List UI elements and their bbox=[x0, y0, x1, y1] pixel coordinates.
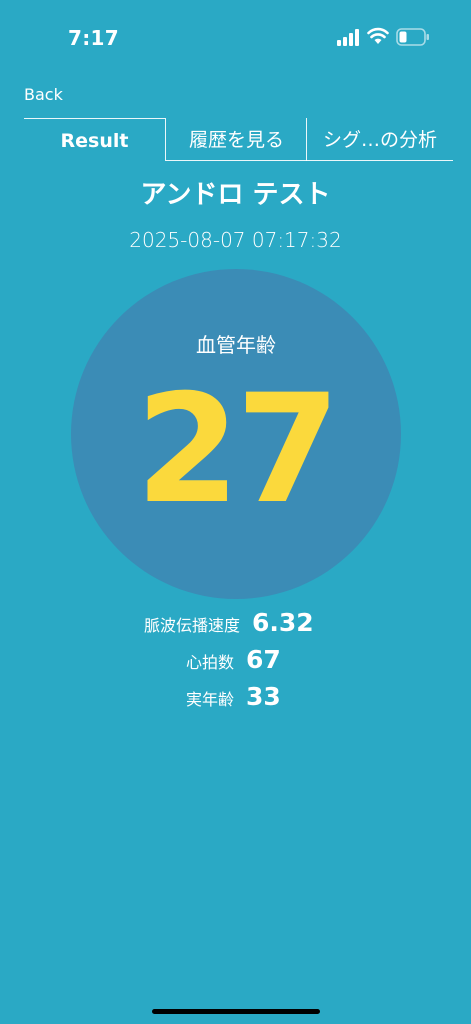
tab-history[interactable]: 履歴を見る bbox=[165, 118, 307, 161]
status-time: 7:17 bbox=[68, 26, 119, 50]
wifi-icon bbox=[367, 27, 389, 44]
heart-rate-label: 心拍数 bbox=[186, 653, 235, 672]
tab-signal-analysis[interactable]: シグ…の分析 bbox=[306, 118, 453, 161]
pwv-label: 脈波伝播速度 bbox=[144, 616, 241, 635]
vascular-age-circle: 血管年齢 27 bbox=[71, 269, 401, 599]
tab-result[interactable]: Result bbox=[24, 118, 165, 163]
metric-row-pwv: 脈波伝播速度 6.32 bbox=[144, 608, 314, 646]
measurement-timestamp: 2025-08-07 07:17:32 bbox=[129, 228, 342, 252]
battery-icon bbox=[396, 28, 429, 46]
status-bar: 7:17 bbox=[0, 0, 471, 70]
back-button[interactable]: Back bbox=[24, 85, 63, 104]
metric-row-actual-age: 実年齢 33 bbox=[186, 682, 281, 720]
pwv-value: 6.32 bbox=[252, 608, 314, 637]
metric-row-heart-rate: 心拍数 67 bbox=[186, 645, 281, 683]
vascular-age-value: 27 bbox=[135, 363, 341, 537]
actual-age-value: 33 bbox=[246, 682, 281, 711]
signal-icon bbox=[337, 29, 359, 46]
actual-age-label: 実年齢 bbox=[186, 690, 235, 709]
test-name: アンドロ テスト bbox=[140, 180, 331, 210]
tab-bar: Result 履歴を見る シグ…の分析 bbox=[24, 118, 453, 164]
heart-rate-value: 67 bbox=[246, 645, 281, 674]
home-indicator[interactable] bbox=[152, 1009, 320, 1014]
vascular-age-label: 血管年齢 bbox=[196, 333, 276, 357]
